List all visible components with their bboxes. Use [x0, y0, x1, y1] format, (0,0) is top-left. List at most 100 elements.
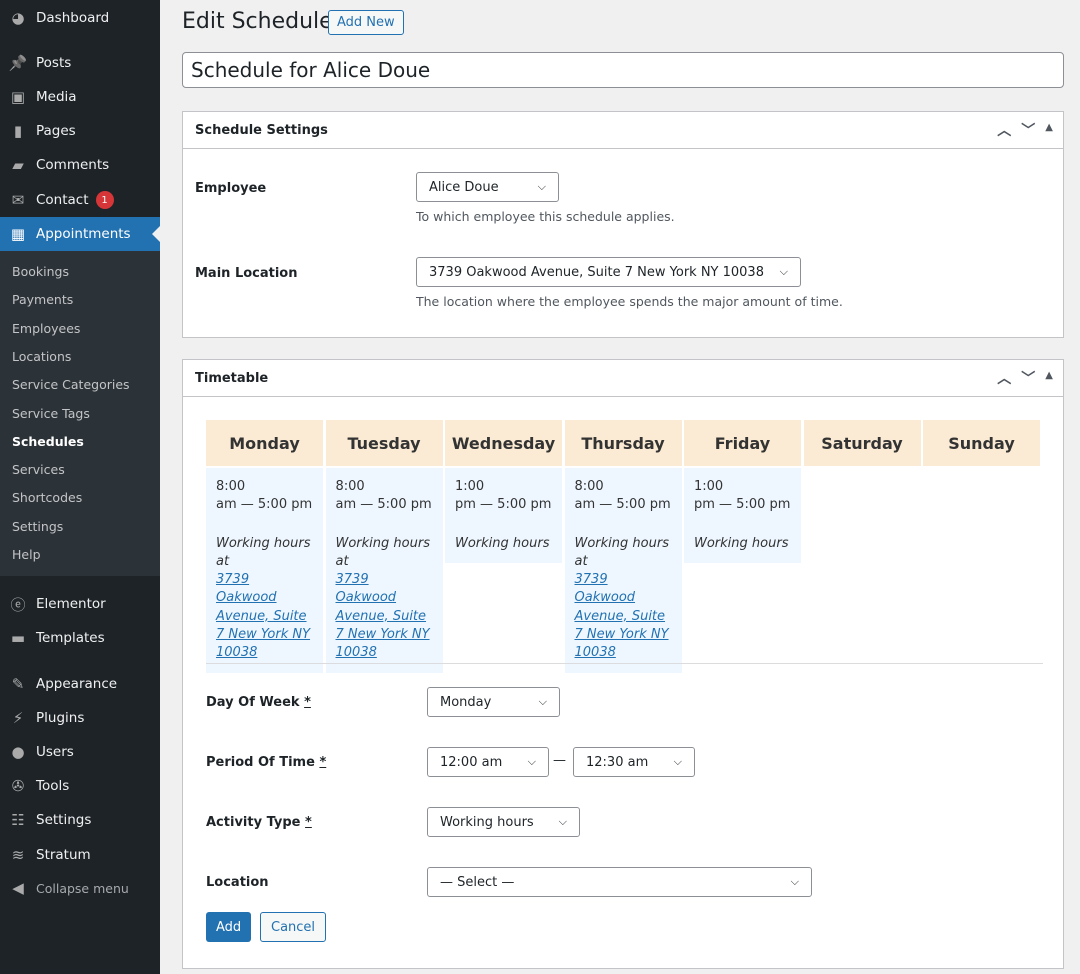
employee-label: Employee: [195, 181, 267, 196]
schedule-settings-box: Schedule Settings ︿ ﹀ ▲ Employee Alice Dou…: [182, 111, 1064, 338]
chevron-down-icon: ⌵: [558, 815, 567, 828]
select-value: 12:30 am: [586, 754, 649, 770]
select-value: Alice Doue: [429, 179, 499, 195]
add-button[interactable]: Add: [206, 912, 252, 942]
location-select[interactable]: — Select — ⌵: [427, 867, 812, 897]
submenu-item-services[interactable]: Services: [12, 462, 65, 477]
comment-icon: ▰: [12, 156, 24, 174]
calendar-icon: ▦: [10, 225, 26, 243]
menu-item-users[interactable]: ● Users: [0, 735, 160, 769]
main-location-label: Main Location: [195, 266, 298, 281]
employee-description: To which employee this schedule applies.: [416, 209, 675, 224]
location-link[interactable]: 3739 Oakwood Avenue, Suite 7 New York NY…: [336, 571, 433, 662]
main-location-select[interactable]: 3739 Oakwood Avenue, Suite 7 New York NY…: [416, 257, 801, 287]
end-time: am — 5:00 pm: [335, 497, 432, 513]
day-header-wednesday: Wednesday: [445, 420, 562, 466]
menu-item-posts[interactable]: 📌 Posts: [0, 46, 160, 80]
add-new-button[interactable]: Add New: [328, 10, 404, 35]
menu-item-settings[interactable]: ☷ Settings: [0, 803, 160, 837]
schedule-cell[interactable]: 8:00 am — 5:00 pm Working hours at 3739 Oak…: [325, 468, 443, 673]
schedule-title-input[interactable]: [182, 52, 1064, 88]
menu-label: Posts: [36, 55, 72, 71]
chevron-down-icon: ⌵: [790, 875, 799, 888]
menu-item-dashboard[interactable]: ◕ Dashboard: [0, 1, 160, 35]
location-link[interactable]: 3739 Oakwood Avenue, Suite 7 New York NY…: [575, 571, 672, 662]
activity-type: Working hours at: [216, 535, 311, 569]
select-value: Monday: [440, 694, 492, 710]
submenu-item-employees[interactable]: Employees: [12, 321, 80, 336]
notification-badge: 1: [95, 191, 114, 209]
menu-item-plugins[interactable]: ⚡ Plugins: [0, 701, 160, 735]
select-value: 12:00 am: [440, 754, 503, 770]
menu-item-templates[interactable]: ▬ Templates: [0, 621, 160, 655]
select-value: 3739 Oakwood Avenue, Suite 7 New York NY…: [429, 264, 764, 280]
mail-icon: ✉: [11, 191, 25, 209]
chevron-down-icon: ⌵: [779, 265, 788, 278]
day-of-week-select[interactable]: Monday ⌵: [427, 687, 560, 717]
day-header-tuesday: Tuesday: [325, 420, 443, 466]
page-title: Edit Schedule: [182, 9, 333, 34]
submenu-item-payments[interactable]: Payments: [12, 292, 73, 307]
collapse-icon: ◀: [12, 879, 24, 897]
box-title: Timetable: [195, 370, 269, 386]
move-up-icon[interactable]: ︿: [997, 368, 1011, 388]
menu-item-appearance[interactable]: ✎ Appearance: [0, 667, 160, 701]
submenu-item-settings[interactable]: Settings: [12, 519, 63, 534]
select-value: — Select —: [440, 874, 515, 890]
chevron-down-icon: ⌵: [527, 755, 536, 768]
toggle-icon[interactable]: ▲: [1045, 122, 1053, 140]
move-up-icon[interactable]: ︿: [997, 120, 1011, 140]
divider: [206, 663, 1043, 664]
start-time: 8:00: [335, 479, 365, 494]
user-icon: ●: [11, 743, 25, 761]
employee-select[interactable]: Alice Doue ⌵: [416, 172, 559, 202]
day-header-saturday: Saturday: [803, 420, 921, 466]
activity-type-select[interactable]: Working hours ⌵: [427, 807, 580, 837]
timetable-box: Timetable ︿ ﹀ ▲ Monday 8:00 am — 5:00 pm Work…: [182, 359, 1064, 969]
menu-item-stratum[interactable]: ≋ Stratum: [0, 838, 160, 872]
submenu-item-service-categories[interactable]: Service Categories: [12, 377, 130, 392]
menu-item-collapse-menu[interactable]: ◀ Collapse menu: [0, 871, 160, 905]
menu-label: Templates: [36, 630, 105, 646]
schedule-cell[interactable]: 8:00 am — 5:00 pm Working hours at 3739 Oak…: [206, 468, 323, 673]
menu-label: Media: [36, 89, 77, 105]
submenu-item-schedules[interactable]: Schedules: [12, 434, 84, 449]
toggle-icon[interactable]: ▲: [1045, 370, 1053, 388]
menu-label: Settings: [36, 812, 92, 828]
submenu-item-help[interactable]: Help: [12, 547, 41, 562]
activity-type: Working hours: [455, 535, 550, 551]
submenu-item-shortcodes[interactable]: Shortcodes: [12, 490, 82, 505]
period-from-select[interactable]: 12:00 am ⌵: [427, 747, 549, 777]
menu-item-comments[interactable]: ▰ Comments: [0, 148, 160, 182]
submenu-item-bookings[interactable]: Bookings: [12, 264, 69, 279]
dashboard-icon: ◕: [11, 9, 25, 27]
schedule-cell[interactable]: 8:00 am — 5:00 pm Working hours at 3739 Oak…: [564, 468, 682, 673]
schedule-cell[interactable]: 1:00 pm — 5:00 pm Working hours: [684, 468, 801, 563]
menu-item-contact[interactable]: ✉ Contact 1: [0, 183, 160, 217]
period-to-select[interactable]: 12:30 am ⌵: [573, 747, 695, 777]
menu-label: Appearance: [36, 676, 118, 692]
submenu-item-locations[interactable]: Locations: [12, 349, 71, 364]
submenu-item-service-tags[interactable]: Service Tags: [12, 406, 90, 421]
menu-item-media[interactable]: ▣ Media: [0, 80, 160, 114]
menu-item-appointments[interactable]: ▦ Appointments: [0, 217, 160, 251]
menu-item-tools[interactable]: ✇ Tools: [0, 769, 160, 803]
select-value: Working hours: [440, 814, 534, 830]
activity-type-label: Activity Type *: [206, 815, 312, 830]
day-header-monday: Monday: [206, 420, 323, 466]
menu-item-pages[interactable]: ▮ Pages: [0, 114, 160, 148]
location-link[interactable]: 3739 Oakwood Avenue, Suite 7 New York NY…: [216, 571, 313, 662]
menu-label: Comments: [36, 157, 110, 173]
end-time: pm — 5:00 pm: [694, 497, 791, 513]
schedule-cell[interactable]: 1:00 pm — 5:00 pm Working hours: [445, 468, 562, 563]
move-down-icon[interactable]: ﹀: [1021, 120, 1035, 140]
day-header-friday: Friday: [684, 420, 801, 466]
menu-item-elementor[interactable]: ⓔ Elementor: [0, 587, 160, 621]
box-title: Schedule Settings: [195, 122, 328, 138]
folder-icon: ▬: [10, 629, 26, 647]
location-label: Location: [206, 875, 269, 890]
move-down-icon[interactable]: ﹀: [1021, 368, 1035, 388]
end-time: am — 5:00 pm: [216, 497, 313, 513]
cancel-button[interactable]: Cancel: [260, 912, 327, 942]
menu-label: Pages: [36, 123, 76, 139]
